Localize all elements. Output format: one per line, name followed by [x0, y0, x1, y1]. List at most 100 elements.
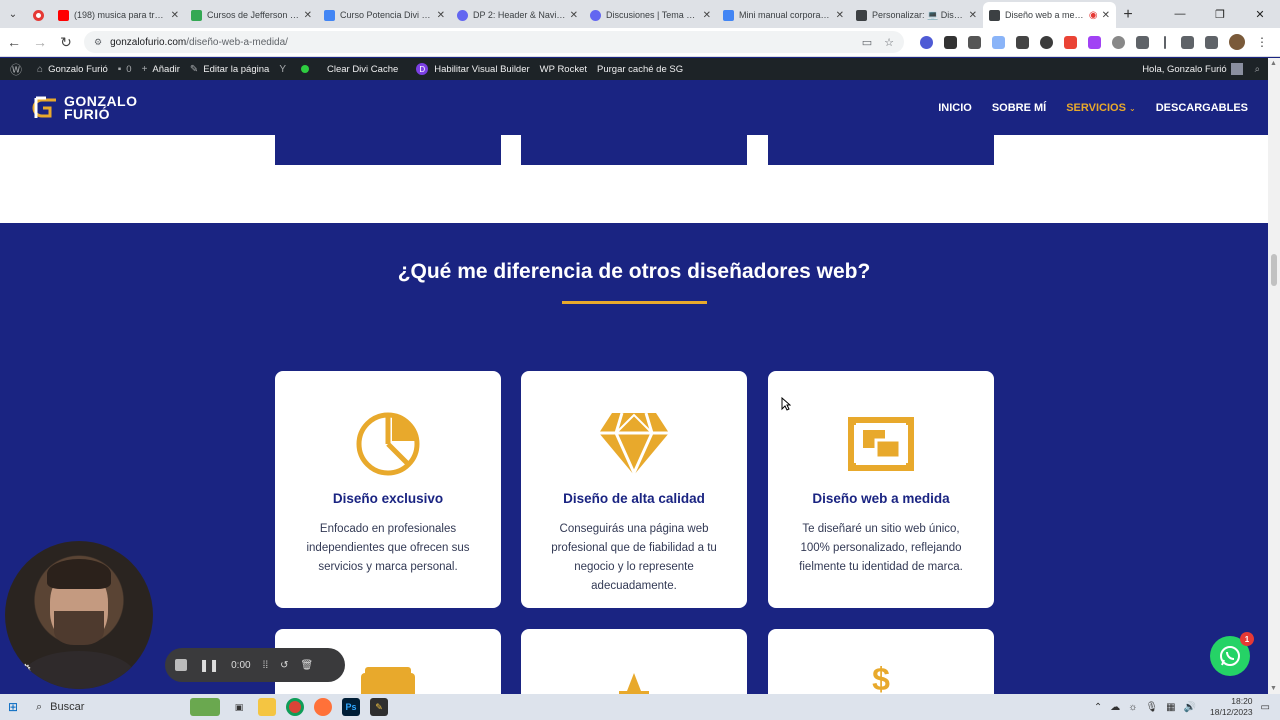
tab-close-icon[interactable]: ✕ — [437, 10, 445, 21]
taskbar-search[interactable]: ⌕ Buscar — [26, 696, 166, 718]
side-panel-icon[interactable] — [1205, 35, 1218, 49]
tab-title: Cursos de Jefferson - Go... — [207, 10, 300, 20]
minimize-icon[interactable]: — — [1160, 0, 1200, 28]
firefox-icon[interactable] — [314, 698, 332, 716]
wp-site-name[interactable]: ⌂ Gonzalo Furió — [37, 64, 108, 75]
url-text[interactable]: gonzalofurio.com/diseño-web-a-medida/ — [110, 37, 862, 48]
delete-icon[interactable]: 🗑 — [301, 660, 314, 671]
nav-descargables[interactable]: DESCARGABLES — [1156, 102, 1248, 114]
wp-add-new[interactable]: + Añadir — [142, 64, 180, 75]
tab-close-icon[interactable]: ✕ — [171, 10, 179, 21]
volume-icon[interactable]: 🔊 — [1184, 702, 1196, 713]
extension-image-icon[interactable] — [1016, 35, 1029, 49]
extension-circle-icon[interactable] — [1040, 35, 1053, 49]
tab-search-icon[interactable]: ⌄ — [0, 0, 26, 28]
extension-window-icon[interactable] — [992, 35, 1005, 49]
tab-close-icon[interactable]: ✕ — [304, 10, 312, 21]
tab-0[interactable] — [26, 2, 52, 28]
wp-account[interactable]: Hola, Gonzalo Furió ⌕ — [1142, 63, 1260, 75]
back-icon[interactable]: ← — [2, 30, 26, 54]
extension-purple-icon[interactable] — [1088, 35, 1101, 49]
wp-clear-divi-cache[interactable]: Clear Divi Cache — [327, 64, 398, 75]
pie-chart-icon — [348, 409, 428, 479]
page-scrollbar[interactable]: ▲ ▼ — [1268, 58, 1280, 694]
tab-close-icon[interactable]: ✕ — [570, 10, 578, 21]
tab-3[interactable]: Curso Potencia Divi con ... ✕ — [318, 2, 451, 28]
reload-icon[interactable]: ↻ — [54, 30, 78, 54]
tab-6[interactable]: Mini manual corporativo... ✕ — [717, 2, 850, 28]
site-logo[interactable]: GONZALO FURIÓ — [30, 94, 138, 121]
profile-avatar[interactable] — [1229, 34, 1245, 50]
tab-4[interactable]: DP 2: Header & Navigati... ✕ — [451, 2, 584, 28]
bookmark-star-icon[interactable]: ☆ — [884, 36, 894, 49]
url-path: /diseño-web-a-medida/ — [186, 36, 288, 48]
wordpress-logo-icon[interactable]: Ⓦ — [10, 61, 27, 78]
nav-servicios[interactable]: SERVICIOS ⌄ — [1066, 102, 1135, 114]
notes-icon[interactable]: ✎ — [370, 698, 388, 716]
scroll-down-icon[interactable]: ▼ — [1270, 685, 1277, 692]
tab-close-icon[interactable]: ✕ — [703, 10, 711, 21]
tab-5[interactable]: Discusiones | Tema Divi ... ✕ — [584, 2, 717, 28]
scrollbar-thumb[interactable] — [1271, 254, 1277, 286]
tab-close-icon[interactable]: ✕ — [969, 10, 977, 21]
microphone-icon[interactable]: 🎙 — [1145, 702, 1158, 713]
widgets-icon[interactable] — [190, 698, 220, 716]
tab-2[interactable]: Cursos de Jefferson - Go... ✕ — [185, 2, 318, 28]
yoast-icon[interactable]: Y — [279, 64, 291, 75]
d-icon — [590, 9, 601, 21]
photoshop-icon[interactable]: Ps — [342, 698, 360, 716]
extension-color-icon[interactable] — [1064, 35, 1077, 49]
tab-close-icon[interactable]: ✕ — [836, 10, 844, 21]
gear-icon[interactable]: ⚙ — [19, 661, 32, 678]
taskbar-clock[interactable]: 18:20 18/12/2023 — [1210, 696, 1253, 718]
wp-edit-page[interactable]: ✎ Editar la página — [190, 64, 269, 75]
tab-7[interactable]: Personalizar: 💻 Diseñad... ✕ — [850, 2, 983, 28]
pause-icon[interactable]: ❚❚ — [199, 658, 219, 672]
wp-visual-builder[interactable]: D Habilitar Visual Builder — [416, 63, 530, 75]
user-avatar — [1230, 63, 1243, 75]
cloud-icon[interactable]: ☁ — [1110, 702, 1120, 713]
wp-purge-sg[interactable]: Purgar caché de SG — [597, 64, 683, 75]
card-title: Diseño web a medida — [812, 491, 950, 506]
weather-icon[interactable]: ☼ — [1128, 702, 1137, 713]
browser-menu-icon[interactable]: ⋮ — [1256, 35, 1268, 49]
previous-card — [275, 135, 501, 165]
extension-font-icon[interactable] — [968, 35, 981, 49]
media-control-icon[interactable] — [1164, 35, 1166, 49]
title-underline — [562, 301, 707, 304]
whatsapp-button[interactable]: 1 — [1210, 632, 1254, 676]
wp-rocket[interactable]: WP Rocket — [540, 64, 587, 75]
site-info-icon[interactable]: ⚙ — [94, 37, 102, 48]
tab-active[interactable]: Diseño web a medida ◉ ✕ — [983, 2, 1116, 28]
extensions-puzzle-icon[interactable] — [1136, 35, 1149, 49]
nav-inicio[interactable]: INICIO — [938, 102, 972, 114]
address-bar[interactable]: ⚙ gonzalofurio.com/diseño-web-a-medida/ … — [84, 31, 904, 53]
feature-card: Diseño exclusivo Enfocado en profesional… — [275, 371, 501, 608]
grid-icon[interactable]: ⁞⁞ — [263, 660, 269, 671]
chevron-up-icon[interactable]: ⌃ — [1094, 702, 1102, 713]
close-window-icon[interactable]: ✕ — [1240, 0, 1280, 28]
windows-start-icon[interactable]: ⊞ — [0, 700, 26, 714]
network-icon[interactable]: ▦ — [1166, 702, 1175, 713]
chrome-icon[interactable] — [286, 698, 304, 716]
extension-eyedropper-icon[interactable] — [944, 35, 957, 49]
wp-comments[interactable]: ▪ 0 — [118, 64, 132, 75]
tab-1[interactable]: (198) musica para trabaj... ✕ — [52, 2, 185, 28]
scroll-up-icon[interactable]: ▲ — [1270, 60, 1277, 67]
camera-icon[interactable]: ▭ — [862, 36, 872, 49]
restore-icon[interactable]: ❐ — [1200, 0, 1240, 28]
restart-icon[interactable]: ↺ — [280, 660, 288, 671]
new-tab-button[interactable]: + — [1116, 2, 1140, 28]
extension-web-icon[interactable] — [1112, 35, 1125, 49]
stop-recording-button[interactable] — [175, 659, 187, 671]
notifications-icon[interactable]: ▭ — [1261, 702, 1270, 713]
seo-status-dot — [300, 65, 309, 73]
extension-gear-icon[interactable] — [920, 35, 933, 49]
task-view-icon[interactable]: ▣ — [230, 698, 248, 716]
forward-icon[interactable]: → — [28, 30, 52, 54]
search-icon[interactable]: ⌕ — [1255, 64, 1260, 75]
file-explorer-icon[interactable] — [258, 698, 276, 716]
tab-close-icon[interactable]: ✕ — [1102, 10, 1110, 21]
nav-sobre-mi[interactable]: SOBRE MÍ — [992, 102, 1046, 114]
reading-list-icon[interactable] — [1181, 35, 1194, 49]
